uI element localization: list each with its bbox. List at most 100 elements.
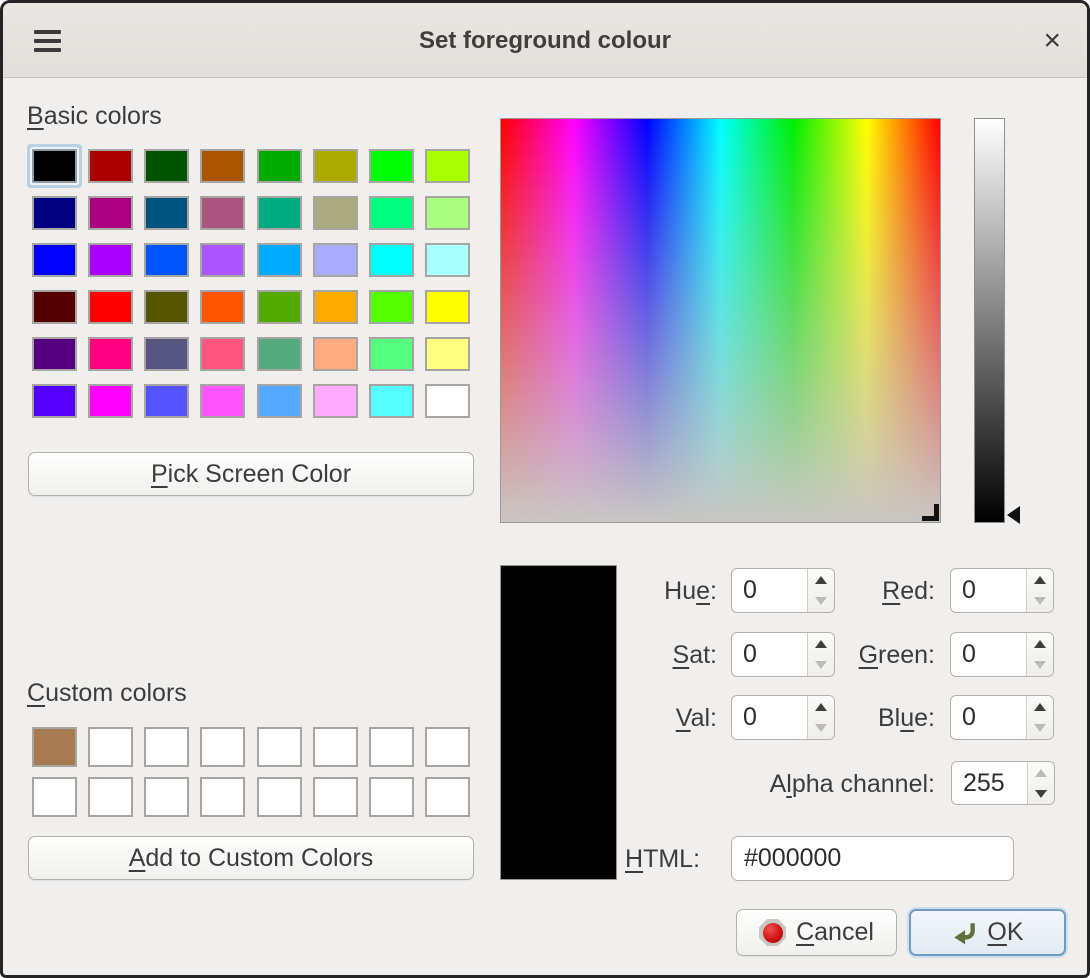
basic-color-swatch[interactable]	[88, 243, 133, 277]
basic-color-swatch[interactable]	[144, 384, 189, 418]
blue-up-button[interactable]	[1027, 696, 1053, 718]
ok-return-arrow-icon	[951, 920, 977, 946]
basic-color-swatch[interactable]	[88, 384, 133, 418]
ok-button[interactable]: OK	[909, 909, 1066, 956]
color-position-marker	[922, 504, 939, 521]
basic-color-swatch[interactable]	[425, 290, 470, 324]
value-slider-handle-icon[interactable]	[1007, 506, 1020, 524]
blue-label: Blue:	[775, 704, 935, 733]
custom-color-swatch[interactable]	[257, 727, 302, 767]
custom-color-swatch[interactable]	[369, 777, 414, 817]
hue-saturation-picker[interactable]	[500, 118, 941, 523]
sat-label: Sat:	[557, 641, 717, 670]
basic-color-swatch[interactable]	[32, 149, 77, 183]
basic-color-swatch[interactable]	[425, 196, 470, 230]
pick-screen-color-button[interactable]: Pick Screen Color	[28, 452, 474, 496]
color-dialog-window: Set foreground colour × Basic colors Pic…	[0, 0, 1090, 978]
blue-value[interactable]: 0	[951, 696, 1026, 739]
basic-color-swatch[interactable]	[200, 290, 245, 324]
basic-color-swatch[interactable]	[32, 384, 77, 418]
blue-down-button[interactable]	[1027, 718, 1053, 740]
basic-color-swatch[interactable]	[257, 290, 302, 324]
basic-color-swatch[interactable]	[313, 384, 358, 418]
basic-color-swatch[interactable]	[144, 149, 189, 183]
cancel-button[interactable]: Cancel	[736, 909, 897, 956]
basic-color-swatch[interactable]	[313, 243, 358, 277]
val-label: Val:	[557, 704, 717, 733]
basic-color-swatch[interactable]	[32, 337, 77, 371]
custom-color-swatch[interactable]	[200, 777, 245, 817]
red-value[interactable]: 0	[951, 569, 1026, 612]
alpha-spinbox[interactable]: 255	[951, 761, 1055, 805]
custom-color-swatch[interactable]	[313, 777, 358, 817]
basic-color-swatch[interactable]	[144, 290, 189, 324]
basic-color-swatch[interactable]	[313, 149, 358, 183]
custom-color-swatch[interactable]	[88, 727, 133, 767]
value-slider[interactable]	[974, 118, 1005, 523]
basic-color-swatch[interactable]	[425, 149, 470, 183]
basic-color-swatch[interactable]	[88, 337, 133, 371]
custom-color-swatch[interactable]	[313, 727, 358, 767]
custom-color-swatch[interactable]	[144, 777, 189, 817]
basic-color-swatch[interactable]	[257, 196, 302, 230]
add-to-custom-colors-button[interactable]: Add to Custom Colors	[28, 836, 474, 880]
basic-color-swatch[interactable]	[257, 337, 302, 371]
custom-color-swatch[interactable]	[257, 777, 302, 817]
blue-spinbox[interactable]: 0	[950, 695, 1054, 740]
basic-color-swatch[interactable]	[257, 384, 302, 418]
green-spinbox[interactable]: 0	[950, 632, 1054, 677]
custom-color-swatch[interactable]	[369, 727, 414, 767]
alpha-up-button[interactable]	[1028, 762, 1054, 783]
close-icon[interactable]: ×	[1043, 3, 1061, 78]
green-up-button[interactable]	[1027, 633, 1053, 655]
basic-color-swatch[interactable]	[425, 243, 470, 277]
basic-color-swatch[interactable]	[88, 149, 133, 183]
basic-color-swatch[interactable]	[313, 196, 358, 230]
basic-colors-label: Basic colors	[27, 102, 162, 131]
basic-color-swatch[interactable]	[369, 337, 414, 371]
basic-color-swatch[interactable]	[313, 337, 358, 371]
alpha-down-button[interactable]	[1028, 783, 1054, 804]
custom-color-swatch[interactable]	[32, 727, 77, 767]
custom-color-swatch[interactable]	[88, 777, 133, 817]
basic-color-swatch[interactable]	[257, 149, 302, 183]
custom-color-swatch[interactable]	[144, 727, 189, 767]
pick-screen-color-label: Pick Screen Color	[151, 460, 351, 489]
custom-color-swatch[interactable]	[32, 777, 77, 817]
basic-color-swatch[interactable]	[369, 243, 414, 277]
red-spinbox[interactable]: 0	[950, 568, 1054, 613]
green-down-button[interactable]	[1027, 655, 1053, 677]
red-down-button[interactable]	[1027, 591, 1053, 613]
alpha-value[interactable]: 255	[952, 762, 1027, 804]
html-color-input[interactable]	[731, 836, 1014, 881]
basic-color-swatch[interactable]	[200, 149, 245, 183]
down-arrow-icon	[1035, 790, 1047, 798]
green-value[interactable]: 0	[951, 633, 1026, 676]
basic-color-swatch[interactable]	[200, 243, 245, 277]
up-arrow-icon	[1034, 640, 1046, 648]
basic-color-swatch[interactable]	[200, 384, 245, 418]
red-up-button[interactable]	[1027, 569, 1053, 591]
basic-color-swatch[interactable]	[144, 196, 189, 230]
basic-color-swatch[interactable]	[200, 337, 245, 371]
basic-color-swatch[interactable]	[425, 384, 470, 418]
basic-color-swatch[interactable]	[369, 196, 414, 230]
cancel-stop-icon	[759, 919, 786, 946]
basic-color-swatch[interactable]	[369, 290, 414, 324]
basic-color-swatch[interactable]	[32, 196, 77, 230]
basic-color-swatch[interactable]	[144, 243, 189, 277]
custom-color-swatch[interactable]	[425, 727, 470, 767]
basic-color-swatch[interactable]	[88, 196, 133, 230]
basic-color-swatch[interactable]	[88, 290, 133, 324]
basic-color-swatch[interactable]	[425, 337, 470, 371]
basic-color-swatch[interactable]	[369, 384, 414, 418]
basic-color-swatch[interactable]	[257, 243, 302, 277]
custom-color-swatch[interactable]	[425, 777, 470, 817]
basic-color-swatch[interactable]	[32, 243, 77, 277]
basic-color-swatch[interactable]	[200, 196, 245, 230]
basic-color-swatch[interactable]	[313, 290, 358, 324]
basic-color-swatch[interactable]	[369, 149, 414, 183]
custom-color-swatch[interactable]	[200, 727, 245, 767]
basic-color-swatch[interactable]	[32, 290, 77, 324]
basic-color-swatch[interactable]	[144, 337, 189, 371]
